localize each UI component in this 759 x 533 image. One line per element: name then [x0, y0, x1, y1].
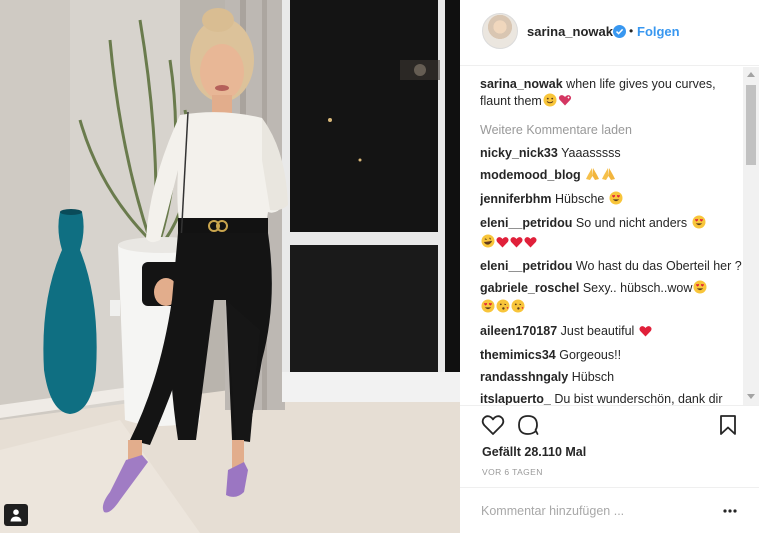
user-tag-icon[interactable]	[4, 504, 28, 526]
comment-text: Hübsch	[571, 370, 615, 384]
comment: aileen170187 Just beautiful	[480, 323, 742, 342]
comment-username[interactable]: eleni__petridou	[480, 216, 572, 230]
avatar[interactable]	[482, 13, 518, 49]
comment-username[interactable]: nicky_nick33	[480, 146, 558, 160]
comment-username[interactable]: modemood_blog	[480, 168, 581, 182]
comment-username[interactable]: randasshngaly	[480, 370, 568, 384]
comment-text: Sexy.. hübsch..wow	[582, 281, 693, 295]
red-heart-emoji-icon	[510, 236, 523, 253]
sparkling-heart-emoji-icon	[558, 93, 572, 112]
comment-text: Wo hast du das Oberteil her ?	[575, 259, 742, 273]
post-header: sarina_nowak • Folgen	[460, 0, 759, 66]
comment: nicky_nick33 Yaaasssss	[480, 145, 742, 162]
rolling-laughing-emoji-icon	[481, 234, 495, 253]
comment: randasshngaly Hübsch	[480, 369, 742, 386]
comment-username[interactable]: eleni__petridou	[480, 259, 572, 273]
comments-scrollbar[interactable]	[743, 67, 759, 405]
comment: gabriele_roschel Sexy.. hübsch..wow	[480, 280, 742, 318]
heart-eyes-emoji-icon	[693, 280, 707, 299]
comment-text: Gorgeous!!	[559, 348, 622, 362]
likes-count[interactable]: Gefällt 28.110 Mal	[482, 445, 586, 459]
comment-username[interactable]: itslapuerto_	[480, 392, 551, 406]
heart-eyes-emoji-icon	[609, 191, 623, 210]
bookmark-icon[interactable]	[719, 414, 737, 439]
comment-username[interactable]: gabriele_roschel	[480, 281, 579, 295]
ellipsis-icon[interactable]	[722, 503, 738, 522]
verified-badge-icon	[613, 25, 626, 38]
kissing-face-emoji-icon	[496, 299, 510, 318]
comment-input[interactable]	[481, 502, 711, 520]
load-more-comments[interactable]: Weitere Kommentare laden	[480, 123, 742, 137]
kissing-face-emoji-icon	[511, 299, 525, 318]
scroll-down-arrow-icon[interactable]	[747, 394, 755, 399]
red-heart-emoji-icon	[639, 325, 652, 342]
comment-username[interactable]: jenniferbhm	[480, 192, 552, 206]
post-image	[0, 0, 460, 533]
comment: modemood_blog	[480, 167, 742, 186]
comment-text: Yaaasssss	[561, 146, 621, 160]
post-actions	[460, 405, 759, 445]
caption-username[interactable]: sarina_nowak	[480, 77, 563, 91]
add-comment-bar	[460, 487, 759, 533]
heart-eyes-emoji-icon	[481, 299, 495, 318]
scroll-up-arrow-icon[interactable]	[747, 72, 755, 77]
comment: itslapuerto_ Du bist wunderschön, dank d…	[480, 391, 742, 406]
post-sidebar: sarina_nowak • Folgen sarina_nowak when …	[460, 0, 759, 533]
comment: eleni__petridou So und nicht anders	[480, 215, 742, 253]
scrollbar-thumb[interactable]	[746, 85, 756, 165]
hugging-face-emoji-icon	[543, 93, 557, 112]
comment-username[interactable]: aileen170187	[480, 324, 557, 338]
speech-bubble-icon[interactable]	[517, 414, 540, 439]
comment: jenniferbhm Hübsche	[480, 191, 742, 210]
follow-button[interactable]: Folgen	[637, 24, 680, 39]
comment-username[interactable]: themimics34	[480, 348, 556, 362]
post-photo[interactable]	[0, 0, 460, 533]
heart-eyes-emoji-icon	[692, 215, 706, 234]
folded-hands-emoji-icon	[585, 167, 600, 186]
red-heart-emoji-icon	[524, 236, 537, 253]
header-username[interactable]: sarina_nowak	[527, 24, 613, 39]
folded-hands-emoji-icon	[601, 167, 616, 186]
comment-text: Hübsche	[555, 192, 605, 206]
comment-text: Just beautiful	[560, 324, 635, 338]
red-heart-emoji-icon	[496, 236, 509, 253]
comments-list[interactable]: sarina_nowak when life gives you curves,…	[480, 76, 742, 406]
post-timestamp[interactable]: VOR 6 TAGEN	[482, 467, 543, 477]
comment-text: So und nicht anders	[575, 216, 688, 230]
separator-dot: •	[629, 24, 634, 38]
heart-outline-icon[interactable]	[481, 414, 505, 439]
comment: themimics34 Gorgeous!!	[480, 347, 742, 364]
caption: sarina_nowak when life gives you curves,…	[480, 76, 742, 112]
comment: eleni__petridou Wo hast du das Oberteil …	[480, 258, 742, 275]
